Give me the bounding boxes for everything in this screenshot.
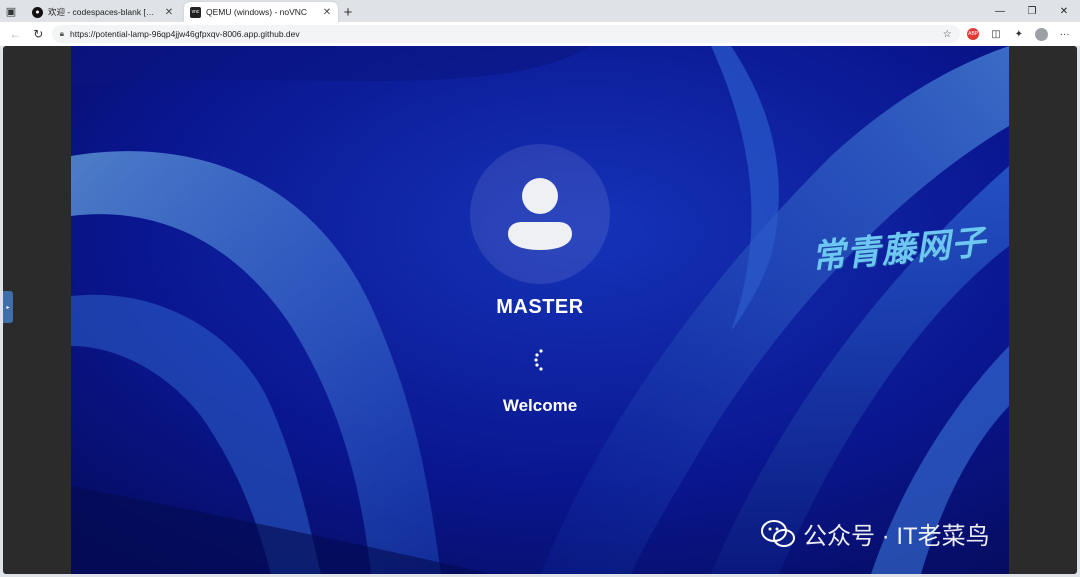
user-silhouette-icon: [508, 178, 572, 250]
tab-actions-icon[interactable]: ▣: [0, 0, 22, 22]
tab-codespaces[interactable]: ● 欢迎 - codespaces-blank [Codes: ✕: [26, 2, 180, 22]
split-screen-icon[interactable]: ◫: [987, 24, 1006, 44]
tab-close-icon[interactable]: ✕: [164, 7, 174, 18]
tab-title: QEMU (windows) - noVNC: [206, 7, 308, 17]
extensions-icon[interactable]: ✦: [1009, 24, 1028, 44]
browser-toolbar: ← ↻ 🔒︎ https://potential-lamp-96qp4jjw46…: [0, 22, 1080, 46]
adblock-extension[interactable]: ABP: [964, 24, 983, 44]
wechat-account-label: 公众号 · IT老菜鸟: [803, 523, 990, 550]
url-text[interactable]: https://potential-lamp-96qp4jjw46gfpxqv-…: [70, 29, 937, 39]
wechat-account-watermark: 公众号 · IT老菜鸟: [761, 516, 990, 551]
github-icon: ●: [32, 6, 43, 18]
remote-desktop[interactable]: MASTER Welcome 常青藤网子 公众号 · IT老菜鸟: [71, 46, 1009, 574]
minimize-icon[interactable]: —: [984, 0, 1016, 22]
adblock-icon: ABP: [967, 28, 980, 40]
novnc-icon: vnc: [190, 6, 201, 18]
tab-novnc[interactable]: vnc QEMU (windows) - noVNC ✕: [184, 2, 338, 22]
favorite-star-icon[interactable]: ☆: [943, 29, 952, 40]
new-tab-button[interactable]: +: [338, 2, 358, 22]
window-controls: — ❐ ✕: [984, 0, 1080, 22]
tab-strip: ▣ ● 欢迎 - codespaces-blank [Codes: ✕ vnc …: [0, 0, 1080, 22]
refresh-icon[interactable]: ↻: [29, 24, 48, 44]
wechat-icon: [761, 519, 795, 547]
user-avatar: [470, 144, 610, 284]
restore-icon[interactable]: ❐: [1016, 0, 1048, 22]
window-close-icon[interactable]: ✕: [1048, 0, 1080, 22]
tab-title: 欢迎 - codespaces-blank [Codes:: [48, 7, 159, 17]
site-info-icon[interactable]: 🔒︎: [60, 29, 64, 39]
more-menu-icon[interactable]: ···: [1055, 24, 1074, 44]
address-bar[interactable]: 🔒︎ https://potential-lamp-96qp4jjw46gfpx…: [51, 25, 960, 43]
profile-button[interactable]: [1032, 24, 1051, 44]
vnc-viewport[interactable]: ▸ MASTER Welcome 常青藤网子 公众号 · IT老菜鸟: [3, 46, 1077, 574]
back-icon[interactable]: ←: [6, 24, 25, 44]
tab-close-icon[interactable]: ✕: [322, 7, 332, 18]
loading-spinner-icon: [534, 349, 543, 371]
novnc-control-bar-handle[interactable]: ▸: [3, 291, 13, 323]
profile-avatar-icon: [1035, 27, 1049, 41]
status-text: Welcome: [502, 396, 578, 415]
username-label: MASTER: [496, 296, 584, 318]
login-screen: MASTER Welcome: [71, 46, 1009, 574]
